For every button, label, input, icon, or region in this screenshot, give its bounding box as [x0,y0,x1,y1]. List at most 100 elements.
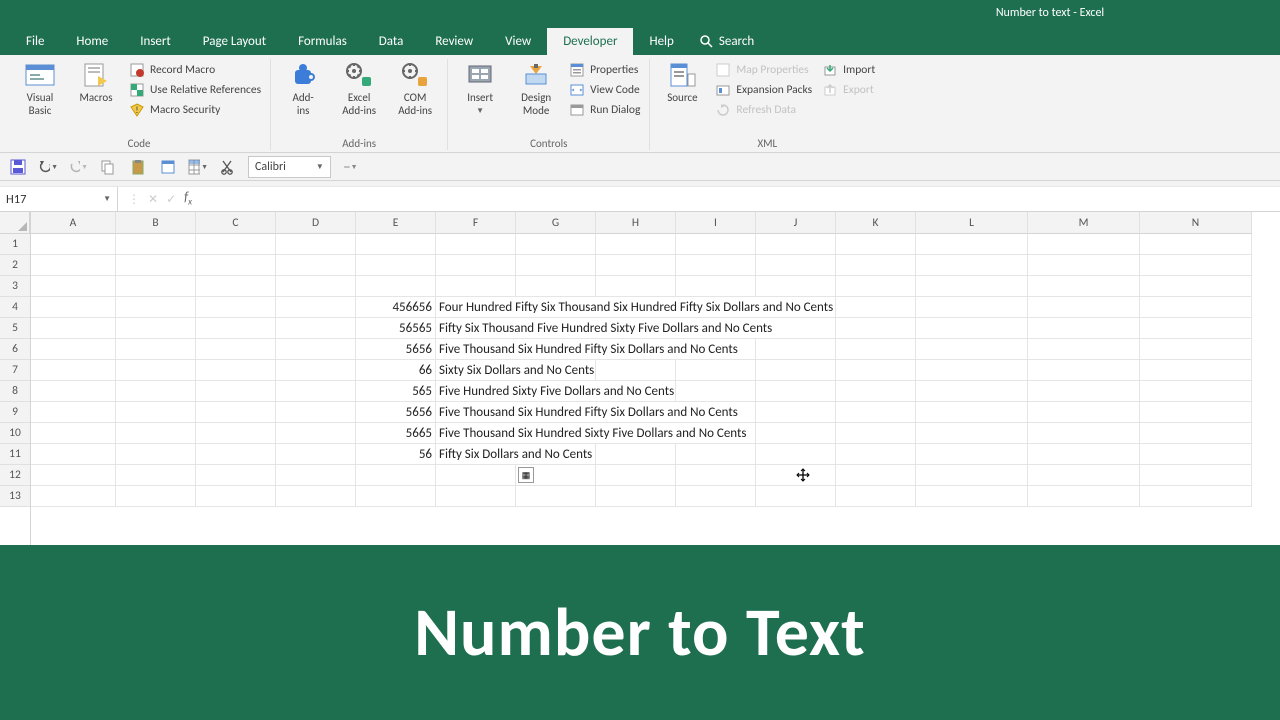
tab-help[interactable]: Help [633,28,689,55]
tab-home[interactable]: Home [60,28,124,55]
cell[interactable] [356,465,436,486]
source-button[interactable]: Source [656,59,708,135]
formula-input[interactable] [202,187,1280,211]
redo-button[interactable]: ▼ [68,157,88,177]
cell[interactable] [116,360,196,381]
view-code-button[interactable]: View Code [566,81,643,99]
row-header[interactable]: 4 [0,297,30,318]
cell[interactable] [1028,234,1140,255]
cell[interactable] [116,339,196,360]
fx-icon[interactable]: fx [184,190,192,208]
cell[interactable] [596,465,676,486]
design-mode-button[interactable]: Design Mode [510,59,562,135]
cell[interactable] [276,255,356,276]
cell[interactable] [1028,381,1140,402]
cell[interactable] [756,318,836,339]
font-selector[interactable]: Calibri ▼ [248,156,331,178]
paste-button[interactable] [128,157,148,177]
cell[interactable] [31,402,116,423]
cell[interactable] [276,234,356,255]
row-header[interactable]: 7 [0,360,30,381]
cell[interactable] [916,318,1028,339]
cell[interactable] [31,360,116,381]
cell[interactable] [596,297,676,318]
table-button[interactable]: ▼ [188,157,208,177]
cell[interactable] [31,423,116,444]
cell[interactable] [31,297,116,318]
cell[interactable] [276,423,356,444]
undo-button[interactable]: ▼ [38,157,58,177]
cell[interactable] [276,444,356,465]
search-button[interactable]: Search [690,28,764,55]
cell[interactable] [116,486,196,507]
row-header[interactable]: 3 [0,276,30,297]
cell[interactable]: Five Thousand Six Hundred Fifty Six Doll… [436,339,516,360]
row-header[interactable]: 5 [0,318,30,339]
tab-file[interactable]: File [10,28,60,55]
cell[interactable] [916,360,1028,381]
cell[interactable] [676,297,756,318]
macros-button[interactable]: Macros [70,59,122,135]
tab-formulas[interactable]: Formulas [282,28,363,55]
cell[interactable] [1140,318,1252,339]
com-addins-button[interactable]: COM Add-ins [389,59,441,135]
qat-customize-button[interactable]: ⎯▼ [341,157,361,177]
cell[interactable] [276,339,356,360]
row-header[interactable]: 8 [0,381,30,402]
cell[interactable] [1140,402,1252,423]
tab-developer[interactable]: Developer [547,28,633,55]
cell[interactable] [1140,297,1252,318]
cell[interactable] [596,381,676,402]
excel-addins-button[interactable]: Excel Add-ins [333,59,385,135]
cell[interactable] [516,381,596,402]
cell[interactable] [1140,255,1252,276]
cell[interactable] [1028,297,1140,318]
cell[interactable] [676,402,756,423]
cell[interactable] [836,339,916,360]
cell[interactable] [1028,276,1140,297]
cell[interactable] [116,402,196,423]
cell[interactable] [196,318,276,339]
cell[interactable]: Four Hundred Fifty Six Thousand Six Hund… [436,297,516,318]
cell[interactable] [916,486,1028,507]
cell[interactable] [836,297,916,318]
cell[interactable] [756,423,836,444]
cell[interactable] [916,234,1028,255]
column-header[interactable]: K [836,212,916,234]
save-button[interactable] [8,157,28,177]
cell[interactable] [756,402,836,423]
cell[interactable]: 5656 [356,402,436,423]
cell[interactable] [516,402,596,423]
accept-formula-button[interactable]: ✓ [166,192,176,207]
cell[interactable] [1028,318,1140,339]
cell[interactable] [516,318,596,339]
cell[interactable] [1140,360,1252,381]
select-all-corner[interactable] [0,212,30,234]
column-header[interactable]: G [516,212,596,234]
cell[interactable] [31,339,116,360]
cell[interactable] [756,276,836,297]
cell[interactable] [196,234,276,255]
import-button[interactable]: Import [819,61,878,79]
cell[interactable] [596,339,676,360]
cell[interactable] [276,486,356,507]
cell[interactable] [836,444,916,465]
column-header[interactable]: N [1140,212,1252,234]
addins-button[interactable]: Add- ins [277,59,329,135]
cell[interactable] [516,486,596,507]
cell[interactable] [676,255,756,276]
cell[interactable] [596,318,676,339]
column-header[interactable]: M [1028,212,1140,234]
cell[interactable] [1028,339,1140,360]
cell[interactable] [1028,465,1140,486]
cell[interactable]: Five Hundred Sixty Five Dollars and No C… [436,381,516,402]
cell[interactable] [116,255,196,276]
cell[interactable] [356,234,436,255]
cell[interactable] [276,360,356,381]
cell[interactable] [436,255,516,276]
cell[interactable] [31,444,116,465]
cell[interactable] [596,423,676,444]
cell[interactable] [916,381,1028,402]
cell[interactable] [196,276,276,297]
cell[interactable] [1140,486,1252,507]
